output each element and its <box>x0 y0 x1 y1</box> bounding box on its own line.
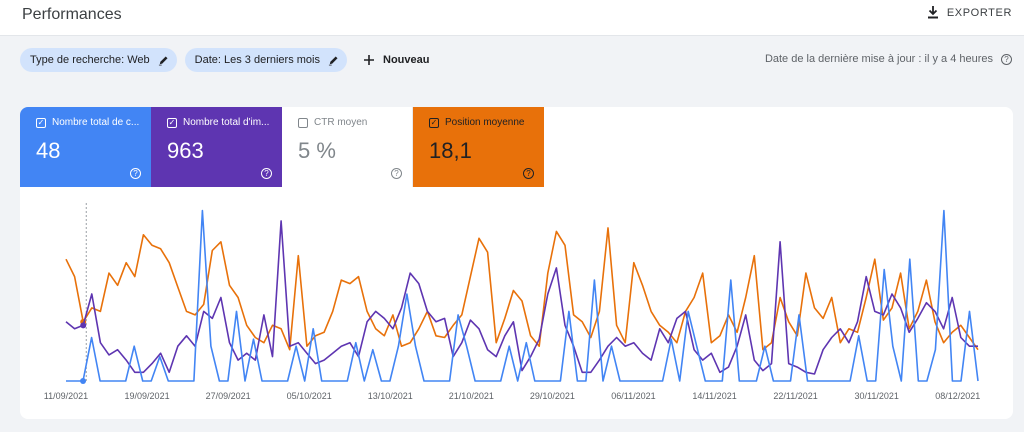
x-tick-label: 30/11/2021 <box>854 391 898 401</box>
performance-card: ✓ Nombre total de c... 48 ? ✓ Nombre total… <box>20 107 1013 419</box>
series-hover-point <box>80 378 87 384</box>
new-filter-button[interactable]: Nouveau <box>363 54 429 66</box>
series-line <box>66 209 979 382</box>
performance-chart[interactable]: 11/09/2021 19/09/2021 27/09/2021 05/10/2021… <box>20 107 1013 419</box>
series-hover-point <box>80 322 87 329</box>
page-header: Performances EXPORTER <box>0 0 1024 36</box>
filter-bar: Type de recherche: Web Date: Les 3 derni… <box>20 48 429 72</box>
x-tick-label: 19/09/2021 <box>125 391 170 401</box>
x-tick-label: 05/10/2021 <box>287 391 332 401</box>
export-button[interactable]: EXPORTER <box>927 6 1012 19</box>
filter-chip-search-type[interactable]: Type de recherche: Web <box>20 48 177 72</box>
x-tick-label: 21/10/2021 <box>449 391 494 401</box>
x-tick-label: 29/10/2021 <box>530 391 575 401</box>
download-icon <box>927 6 938 19</box>
last-update-text: Date de la dernière mise à jour : il y a… <box>764 53 993 65</box>
x-tick-label: 08/12/2021 <box>935 391 980 401</box>
filter-chip-date[interactable]: Date: Les 3 derniers mois <box>184 48 347 72</box>
page-title: Performances <box>22 6 122 23</box>
x-tick-label: 11/09/2021 <box>44 391 88 401</box>
series-line <box>65 220 978 375</box>
pencil-icon <box>158 55 168 65</box>
new-filter-label: Nouveau <box>383 54 430 66</box>
filter-chip-label: Type de recherche: Web <box>30 54 150 66</box>
filter-chip-label: Date: Les 3 derniers mois <box>194 54 320 66</box>
export-label: EXPORTER <box>946 6 1012 19</box>
x-tick-label: 14/11/2021 <box>692 391 736 401</box>
plus-icon <box>364 55 374 65</box>
x-tick-label: 22/11/2021 <box>773 391 817 401</box>
x-tick-label: 06/11/2021 <box>611 391 655 401</box>
last-update-info: Date de la dernière mise à jour : il y a… <box>765 53 1012 65</box>
x-tick-label: 13/10/2021 <box>368 391 413 401</box>
x-tick-label: 27/09/2021 <box>206 391 251 401</box>
help-icon[interactable]: ? <box>1001 53 1012 65</box>
pencil-icon <box>328 55 338 65</box>
